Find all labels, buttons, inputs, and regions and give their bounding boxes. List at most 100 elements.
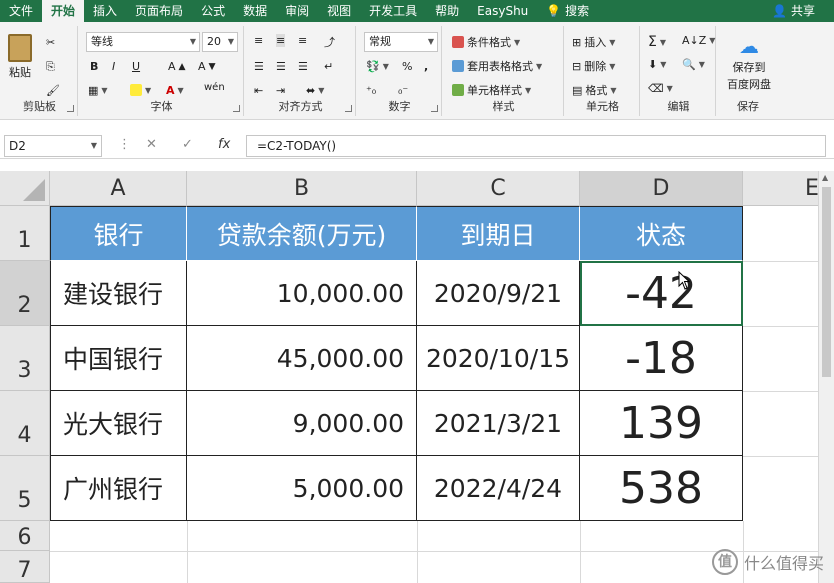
increase-indent-icon[interactable]: ⇥ bbox=[276, 84, 285, 97]
row-header-5[interactable]: 5 bbox=[0, 456, 50, 521]
phonetic-guide-button[interactable]: wén bbox=[204, 82, 225, 93]
decrease-indent-icon[interactable]: ⇤ bbox=[254, 84, 263, 97]
header-cell-bank[interactable]: 银行 bbox=[50, 206, 187, 261]
tab-developer[interactable]: 开发工具 bbox=[360, 0, 426, 22]
clipboard-launcher-icon[interactable] bbox=[67, 105, 74, 112]
font-launcher-icon[interactable] bbox=[233, 105, 240, 112]
vertical-scrollbar[interactable]: ▲ bbox=[818, 171, 834, 583]
header-cell-status[interactable]: 状态 bbox=[580, 206, 743, 261]
italic-button[interactable]: I bbox=[112, 60, 115, 73]
tab-review[interactable]: 审阅 bbox=[276, 0, 318, 22]
tab-help[interactable]: 帮助 bbox=[426, 0, 468, 22]
align-top-icon[interactable]: ≡ bbox=[254, 34, 263, 47]
row-header-4[interactable]: 4 bbox=[0, 391, 50, 456]
table-cell-bank[interactable]: 中国银行 bbox=[50, 326, 187, 391]
paste-button[interactable]: 粘贴 bbox=[8, 34, 32, 80]
increase-decimal-icon[interactable]: ⁺₀ bbox=[366, 84, 376, 97]
tab-data[interactable]: 数据 bbox=[234, 0, 276, 22]
table-cell-date[interactable]: 2022/4/24 bbox=[417, 456, 580, 521]
table-cell-amount[interactable]: 5,000.00 bbox=[187, 456, 417, 521]
insert-function-button[interactable]: fx bbox=[218, 137, 230, 152]
enter-icon[interactable]: ✓ bbox=[182, 137, 193, 152]
font-color-icon[interactable]: A ▼ bbox=[166, 84, 184, 97]
fill-icon[interactable]: ⬇ ▼ bbox=[648, 58, 666, 71]
orientation-icon[interactable]: ⤴ bbox=[324, 34, 335, 50]
table-cell-date[interactable]: 2020/9/21 bbox=[417, 261, 580, 326]
align-center-icon[interactable]: ☰ bbox=[276, 60, 286, 73]
column-header-a[interactable]: A bbox=[50, 171, 187, 206]
options-icon[interactable]: ⋮ bbox=[118, 137, 131, 152]
row-header-7[interactable]: 7 bbox=[0, 551, 50, 583]
table-cell-status[interactable]: 538 bbox=[580, 456, 743, 521]
save-to-baidu-button[interactable]: ☁ 保存到 百度网盘 bbox=[720, 34, 778, 92]
table-cell-status[interactable]: -18 bbox=[580, 326, 743, 391]
column-header-c[interactable]: C bbox=[417, 171, 580, 206]
table-cell-bank[interactable]: 广州银行 bbox=[50, 456, 187, 521]
border-icon[interactable]: ▦ ▼ bbox=[88, 84, 108, 97]
header-cell-loan-balance[interactable]: 贷款余额(万元) bbox=[187, 206, 417, 261]
format-cells-button[interactable]: ▤ 格式 ▼ bbox=[572, 82, 617, 98]
scroll-up-icon[interactable]: ▲ bbox=[822, 173, 828, 182]
header-cell-due-date[interactable]: 到期日 bbox=[417, 206, 580, 261]
column-header-b[interactable]: B bbox=[187, 171, 417, 206]
fill-color-icon[interactable]: ▼ bbox=[130, 84, 151, 96]
copy-icon[interactable]: ⎘ bbox=[46, 60, 55, 74]
format-as-table-button[interactable]: 套用表格格式 ▼ bbox=[452, 58, 542, 74]
tab-file[interactable]: 文件 bbox=[0, 0, 42, 22]
tab-home[interactable]: 开始 bbox=[42, 0, 85, 22]
underline-button[interactable]: U bbox=[132, 60, 140, 73]
table-cell-bank[interactable]: 建设银行 bbox=[50, 261, 187, 326]
currency-icon[interactable]: 💱 ▼ bbox=[366, 60, 389, 73]
comma-button[interactable]: , bbox=[424, 60, 428, 73]
table-cell-status-selected[interactable]: -42 bbox=[580, 261, 743, 326]
align-middle-icon[interactable]: ≡ bbox=[276, 34, 286, 47]
table-cell-status[interactable]: 139 bbox=[580, 391, 743, 456]
format-painter-icon[interactable]: 🖌 bbox=[46, 84, 60, 97]
align-left-icon[interactable]: ☰ bbox=[254, 60, 264, 73]
tab-page-layout[interactable]: 页面布局 bbox=[126, 0, 192, 22]
number-launcher-icon[interactable] bbox=[431, 105, 438, 112]
autosum-icon[interactable]: Σ ▼ bbox=[648, 34, 666, 50]
merge-center-icon[interactable]: ⬌ ▼ bbox=[306, 84, 324, 97]
decrease-decimal-icon[interactable]: ₀⁻ bbox=[398, 84, 408, 97]
sort-filter-icon[interactable]: A↓Z ▼ bbox=[682, 34, 715, 47]
table-cell-date[interactable]: 2021/3/21 bbox=[417, 391, 580, 456]
cell-styles-button[interactable]: 单元格样式 ▼ bbox=[452, 82, 531, 98]
table-cell-date[interactable]: 2020/10/15 bbox=[417, 326, 580, 391]
percent-button[interactable]: % bbox=[402, 60, 412, 73]
clear-icon[interactable]: ⌫ ▼ bbox=[648, 82, 673, 95]
cancel-icon[interactable]: ✕ bbox=[146, 137, 157, 152]
table-cell-amount[interactable]: 9,000.00 bbox=[187, 391, 417, 456]
font-grow-icon[interactable]: A ▲ bbox=[168, 60, 186, 73]
find-select-icon[interactable]: 🔍 ▼ bbox=[682, 58, 705, 71]
column-header-d[interactable]: D bbox=[580, 171, 743, 206]
row-header-6[interactable]: 6 bbox=[0, 521, 50, 551]
tab-easyshu[interactable]: EasyShu bbox=[468, 0, 537, 22]
name-box[interactable]: D2 ▼ bbox=[4, 135, 102, 157]
table-cell-amount[interactable]: 45,000.00 bbox=[187, 326, 417, 391]
align-right-icon[interactable]: ☰ bbox=[298, 60, 308, 73]
scrollbar-thumb[interactable] bbox=[822, 187, 831, 377]
font-name-combo[interactable]: 等线 ▼ bbox=[86, 32, 200, 52]
cut-icon[interactable]: ✂ bbox=[46, 36, 55, 49]
share-button[interactable]: 👤 共享 bbox=[763, 0, 824, 22]
alignment-launcher-icon[interactable] bbox=[345, 105, 352, 112]
formula-input[interactable]: =C2-TODAY() bbox=[246, 135, 826, 157]
insert-cells-button[interactable]: ⊞ 插入 ▼ bbox=[572, 34, 615, 50]
wrap-text-icon[interactable]: ↵ bbox=[324, 60, 333, 73]
delete-cells-button[interactable]: ⊟ 删除 ▼ bbox=[572, 58, 615, 74]
tab-view[interactable]: 视图 bbox=[318, 0, 360, 22]
table-cell-bank[interactable]: 光大银行 bbox=[50, 391, 187, 456]
tab-search[interactable]: 💡 搜索 bbox=[537, 0, 598, 22]
bold-button[interactable]: B bbox=[90, 60, 98, 73]
font-size-combo[interactable]: 20 ▼ bbox=[202, 32, 238, 52]
row-header-1[interactable]: 1 bbox=[0, 206, 50, 261]
select-all-button[interactable] bbox=[0, 171, 50, 206]
font-shrink-icon[interactable]: A ▼ bbox=[198, 60, 216, 73]
row-header-2[interactable]: 2 bbox=[0, 261, 50, 326]
tab-insert[interactable]: 插入 bbox=[84, 0, 126, 22]
number-format-combo[interactable]: 常规 ▼ bbox=[364, 32, 438, 52]
align-bottom-icon[interactable]: ≡ bbox=[298, 34, 307, 47]
table-cell-amount[interactable]: 10,000.00 bbox=[187, 261, 417, 326]
tab-formulas[interactable]: 公式 bbox=[192, 0, 234, 22]
